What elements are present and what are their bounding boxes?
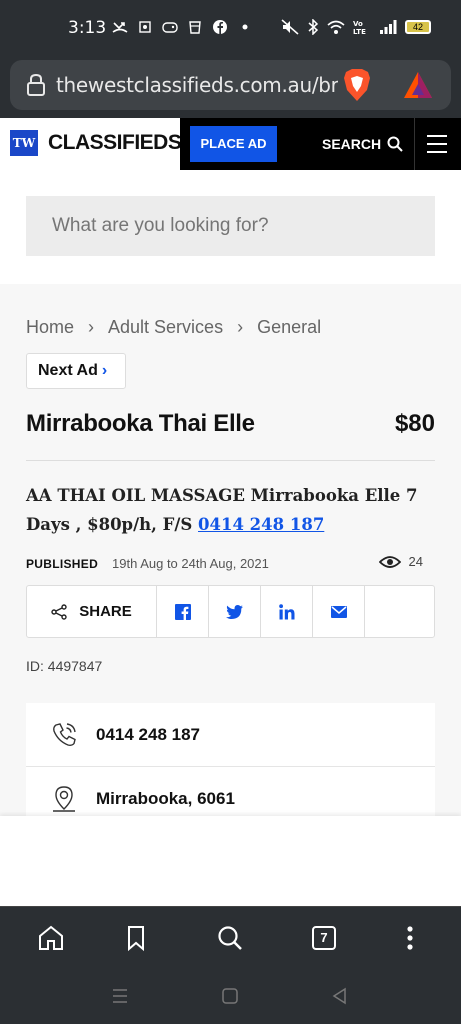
eye-icon xyxy=(378,555,401,568)
bookmark-icon[interactable] xyxy=(121,923,151,953)
search-button[interactable]: SEARCH xyxy=(322,136,403,152)
home-square-icon[interactable] xyxy=(220,986,240,1006)
site-header: TW CLASSIFIEDS PLACE AD SEARCH xyxy=(0,118,461,170)
brave-shield-icon[interactable] xyxy=(342,68,372,102)
bat-rewards-icon[interactable] xyxy=(402,70,434,100)
share-twitter-button[interactable] xyxy=(209,586,261,637)
contact-location: Mirrabooka, 6061 xyxy=(96,788,235,808)
ad-price: $80 xyxy=(394,410,435,437)
share-label: SHARE xyxy=(79,603,132,620)
menu-line-icon xyxy=(427,151,447,153)
chevron-right-icon: › xyxy=(88,317,95,337)
browser-bottom-nav: 7 xyxy=(0,906,461,968)
search-icon xyxy=(387,136,403,152)
ad-id: ID: 4497847 xyxy=(26,658,103,674)
status-notification-icons xyxy=(112,19,253,35)
share-facebook-button[interactable] xyxy=(157,586,209,637)
ad-title: Mirrabooka Thai Elle xyxy=(26,410,255,437)
breadcrumb-general[interactable]: General xyxy=(257,317,321,338)
email-icon xyxy=(330,605,347,618)
logo-text[interactable]: CLASSIFIEDS xyxy=(48,131,182,155)
battery-icon: 42 xyxy=(405,20,431,34)
view-count: 24 xyxy=(378,554,423,569)
cup-icon xyxy=(189,21,201,34)
breadcrumb-home[interactable]: Home xyxy=(26,317,74,338)
view-count-value: 24 xyxy=(408,554,423,569)
facebook-icon xyxy=(213,20,227,34)
published-label: PUBLISHED xyxy=(26,557,99,571)
share-button[interactable]: SHARE xyxy=(27,586,157,637)
breadcrumb-adult-services[interactable]: Adult Services xyxy=(108,317,223,338)
screenshot-icon xyxy=(139,21,151,33)
tab-count: 7 xyxy=(312,926,336,950)
chevron-right-icon: › xyxy=(237,317,244,337)
lock-icon xyxy=(27,73,45,96)
tabs-button[interactable]: 7 xyxy=(312,926,342,956)
linkedin-icon xyxy=(278,603,294,619)
back-icon[interactable] xyxy=(330,986,350,1006)
status-time: 3:13 xyxy=(68,18,107,38)
divider xyxy=(26,460,435,461)
search-button-label: SEARCH xyxy=(322,136,382,152)
recents-icon[interactable] xyxy=(110,986,130,1006)
wifi-icon xyxy=(327,20,345,34)
ad-content: Home › Adult Services › General Next Ad ›… xyxy=(0,284,461,823)
menu-line-icon xyxy=(427,135,447,137)
browser-toolbar: thewestclassifieds.com.au/br xyxy=(0,58,461,118)
url-text[interactable]: thewestclassifieds.com.au/br xyxy=(56,73,338,97)
search-input[interactable] xyxy=(26,196,435,256)
signal-icon xyxy=(380,20,397,34)
published-dates: 19th Aug to 24th Aug, 2021 xyxy=(112,556,269,571)
volte-icon: VoLTE xyxy=(353,20,366,35)
header-actions: PLACE AD SEARCH xyxy=(180,118,461,170)
contact-phone-number[interactable]: 0414 248 187 xyxy=(96,725,200,745)
dot-icon xyxy=(242,24,248,30)
contact-card: 0414 248 187 Mirrabooka, 6061 xyxy=(26,703,435,823)
logo-mark[interactable]: TW xyxy=(10,130,38,156)
chevron-right-icon: › xyxy=(101,362,108,379)
svg-text:Vo: Vo xyxy=(353,20,363,28)
ad-description-phone-link[interactable]: 0414 248 187 xyxy=(198,515,324,534)
facebook-icon xyxy=(174,603,191,620)
page-overlay-panel xyxy=(0,816,461,906)
place-ad-button[interactable]: PLACE AD xyxy=(190,126,277,162)
share-bar: SHARE xyxy=(26,585,435,638)
hamburger-menu-button[interactable] xyxy=(414,118,461,170)
more-vertical-icon[interactable] xyxy=(395,923,425,953)
gamepad-icon xyxy=(162,22,178,33)
breadcrumb: Home › Adult Services › General xyxy=(26,317,321,338)
ad-description: AA THAI OIL MASSAGE Mirrabooka Elle 7 Da… xyxy=(26,481,436,539)
search-section xyxy=(0,170,461,284)
address-bar[interactable]: thewestclassifieds.com.au/br xyxy=(10,60,451,110)
menu-line-icon xyxy=(427,143,447,145)
next-ad-button[interactable]: Next Ad › xyxy=(26,353,126,389)
location-pin-icon xyxy=(53,785,75,812)
system-nav-bar xyxy=(0,968,461,1024)
mute-icon xyxy=(281,19,299,35)
share-linkedin-button[interactable] xyxy=(261,586,313,637)
twitter-icon xyxy=(226,604,243,619)
contact-phone-row[interactable]: 0414 248 187 xyxy=(26,703,435,766)
share-email-button[interactable] xyxy=(313,586,365,637)
battery-level: 42 xyxy=(412,22,423,32)
bluetooth-icon xyxy=(308,19,319,35)
next-ad-label: Next Ad xyxy=(38,362,98,379)
search-icon[interactable] xyxy=(215,923,245,953)
status-system-icons: Vo LTE 42 xyxy=(281,19,431,35)
status-bar: 3:13 Vo LTE 42 xyxy=(0,0,461,58)
svg-text:LTE: LTE xyxy=(353,28,366,35)
phone-icon xyxy=(53,722,76,746)
share-icon xyxy=(51,603,67,620)
missed-call-icon xyxy=(112,22,128,33)
home-icon[interactable] xyxy=(36,923,66,953)
